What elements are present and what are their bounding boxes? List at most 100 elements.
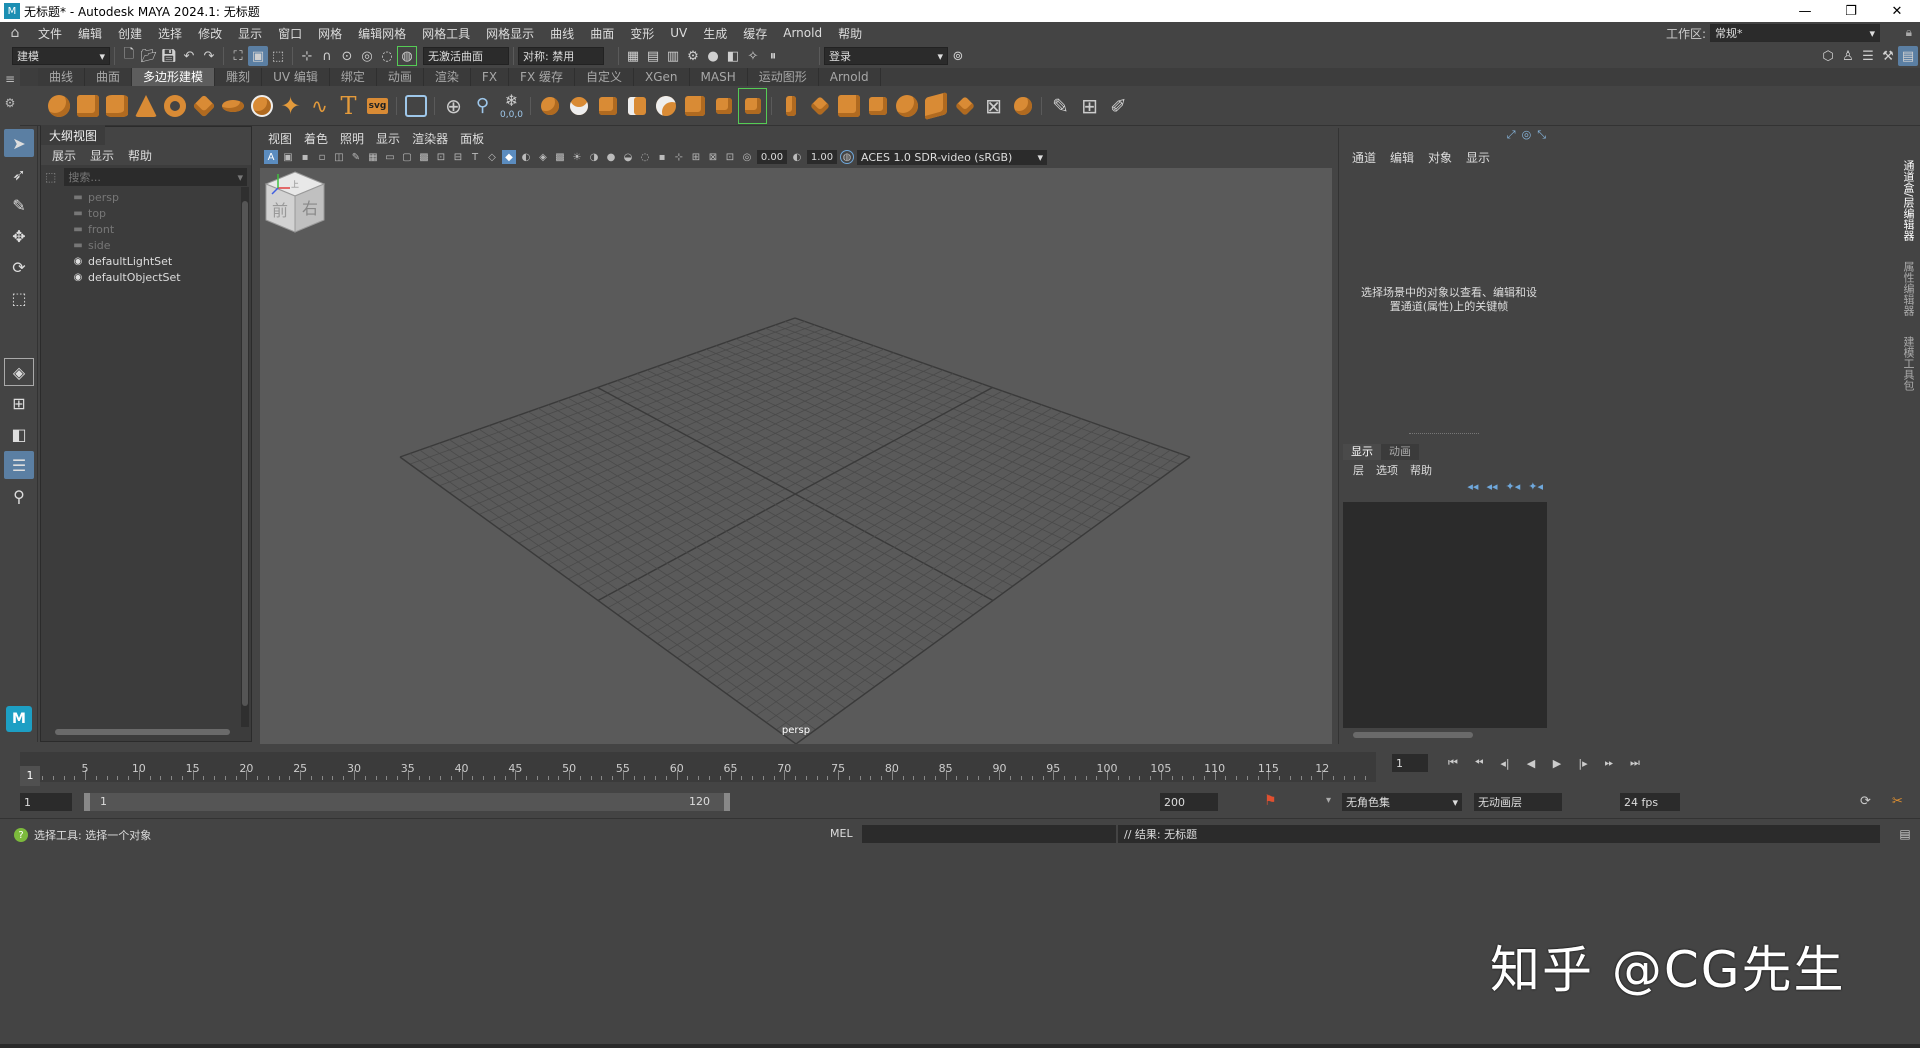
menu-mesh-tools[interactable]: 网格工具 [414, 25, 478, 42]
depth-of-field-icon[interactable]: ▪ [655, 150, 669, 164]
shadows-icon[interactable]: ◑ [587, 150, 601, 164]
edge-loop-icon[interactable]: ⊞ [1075, 88, 1104, 124]
color-management-icon[interactable]: ◍ [840, 150, 854, 164]
scroll-thumb[interactable] [242, 201, 248, 706]
list-item[interactable]: ◉ defaultLightSet [45, 253, 241, 269]
menu-help[interactable]: 帮助 [830, 25, 870, 42]
home-icon[interactable]: ⌂ [0, 25, 30, 41]
anim-prefs-icon[interactable]: ✂ [1892, 794, 1903, 809]
redo-icon[interactable]: ↷ [199, 46, 219, 66]
play-backwards-icon[interactable]: ◀ [1520, 754, 1542, 772]
step-back-key-icon[interactable]: ⏪︎ [1468, 754, 1490, 772]
workspace-dropdown[interactable]: 常规* ▾ [1710, 24, 1880, 42]
layer-menu-layers[interactable]: 层 [1347, 462, 1370, 478]
safe-action-icon[interactable]: ⊟ [451, 150, 465, 164]
tab-uv-editing[interactable]: UV 编辑 [262, 68, 330, 86]
make-live-icon[interactable]: ◍ [397, 46, 417, 66]
move-layer-up-icon[interactable]: ◂◂ [1467, 480, 1478, 498]
time-slider-track[interactable]: 1 5 10 15 20 25 30 35 40 45 50 55 60 65 70 75 80 85 90 95 1… [20, 752, 1376, 786]
tab-anim-layers[interactable]: 动画 [1381, 444, 1419, 460]
range-start-handle[interactable] [84, 793, 90, 811]
menu-generate[interactable]: 生成 [695, 25, 735, 42]
tab-channel-box-layer-editor[interactable]: 通道盒/层编辑器 [1900, 160, 1916, 241]
step-forward-frame-icon[interactable]: |▸ [1572, 754, 1594, 772]
move-layer-down-icon[interactable]: ◂◂ [1486, 480, 1497, 498]
snap-view-plane-icon[interactable]: ◌ [377, 46, 397, 66]
current-frame-marker[interactable]: 1 [20, 766, 40, 786]
camera-attributes-icon[interactable]: ▣ [281, 150, 295, 164]
layer-list[interactable] [1343, 502, 1547, 728]
new-layer-icon[interactable]: ✦◂ [1506, 480, 1521, 498]
render-setup-icon[interactable]: ◧ [723, 46, 743, 66]
step-back-frame-icon[interactable]: ◂| [1494, 754, 1516, 772]
panel-menu-panels[interactable]: 面板 [454, 130, 490, 147]
tab-fx[interactable]: FX [470, 68, 510, 86]
tab-rendering[interactable]: 渲染 [423, 68, 471, 86]
tab-mash[interactable]: MASH [689, 68, 748, 86]
channel-menu-show[interactable]: 显示 [1459, 149, 1497, 166]
snap-grid-icon[interactable]: ⊹ [297, 46, 317, 66]
select-objects-icon[interactable]: ▣ [248, 46, 268, 66]
svg-icon[interactable]: svg [363, 88, 392, 124]
panel-menu-shading[interactable]: 着色 [298, 130, 334, 147]
image-plane-icon[interactable]: ▫ [315, 150, 329, 164]
poke-icon[interactable] [921, 88, 950, 124]
poly-plane-icon[interactable] [189, 88, 218, 124]
tab-attribute-editor[interactable]: 属性编辑器 [1900, 261, 1916, 316]
menuset-dropdown[interactable]: 建模 ▾ [12, 47, 110, 65]
bevel-icon[interactable] [834, 88, 863, 124]
single-perspective-layout-icon[interactable]: ◈ [4, 358, 34, 386]
menu-mesh[interactable]: 网格 [310, 25, 350, 42]
tab-display-layers[interactable]: 显示 [1343, 444, 1381, 460]
mel-label[interactable]: MEL [830, 827, 853, 840]
panel-splitter[interactable] [1409, 433, 1479, 434]
poly-cube-icon[interactable] [73, 88, 102, 124]
boolean-union-icon[interactable] [651, 88, 680, 124]
exposure-field[interactable]: 0.00 [757, 150, 787, 164]
search-input[interactable]: 搜索... ▾ [64, 168, 247, 186]
four-view-layout-icon[interactable]: ⊞ [4, 389, 34, 417]
select-tool-icon[interactable]: ➤ [4, 129, 34, 157]
menu-file[interactable]: 文件 [30, 25, 70, 42]
channel-menu-object[interactable]: 对象 [1421, 149, 1459, 166]
list-item[interactable]: ▬ top [45, 205, 241, 221]
animation-start-field[interactable]: 1 [20, 793, 72, 811]
snap-point-icon[interactable]: ⊙ [337, 46, 357, 66]
attribute-editor-toggle-icon[interactable]: ☰ [1858, 46, 1878, 66]
panel-menu-view[interactable]: 视图 [262, 130, 298, 147]
axis-icon[interactable]: ⤢ [1507, 128, 1516, 144]
grease-pencil-icon[interactable]: ✎ [349, 150, 363, 164]
range-slider[interactable]: 1 120 [84, 793, 730, 811]
play-forwards-icon[interactable]: ▶ [1546, 754, 1568, 772]
chevron-down-icon[interactable]: ▾ [1326, 795, 1331, 806]
quad-draw-icon[interactable]: ✎ [1046, 88, 1075, 124]
persp-outliner-layout-icon[interactable]: ◧ [4, 420, 34, 448]
menu-modify[interactable]: 修改 [190, 25, 230, 42]
list-item[interactable]: ▬ persp [45, 189, 241, 205]
render-view-icon[interactable]: ▦ [623, 46, 643, 66]
menu-curves[interactable]: 曲线 [542, 25, 582, 42]
render-settings-icon[interactable]: ⚙ [683, 46, 703, 66]
search-icon[interactable]: ⚲ [4, 482, 34, 510]
tab-xgen[interactable]: XGen [634, 68, 690, 86]
bookmark-icon[interactable]: ▪ [298, 150, 312, 164]
lasso-tool-icon[interactable]: ➶ [4, 160, 34, 188]
multisample-aa-icon[interactable]: ◌ [638, 150, 652, 164]
target-weld-icon[interactable]: ✐ [1104, 88, 1133, 124]
layer-horizontal-scrollbar[interactable] [1343, 730, 1547, 740]
minimize-button[interactable]: — [1782, 0, 1828, 22]
menu-select[interactable]: 选择 [150, 25, 190, 42]
tab-modeling-toolkit[interactable]: 建模工具包 [1900, 336, 1916, 391]
channel-menu-edit[interactable]: 编辑 [1383, 149, 1421, 166]
light-editor-icon[interactable]: ✧ [743, 46, 763, 66]
go-to-end-icon[interactable]: ⏭ [1624, 754, 1646, 772]
boolean-difference-icon[interactable] [680, 88, 709, 124]
rotate-tool-icon[interactable]: ⟳ [4, 253, 34, 281]
select-camera-icon[interactable]: A [264, 150, 278, 164]
use-default-material-icon[interactable]: ◐ [519, 150, 533, 164]
snap-curve-icon[interactable]: ∩ [317, 46, 337, 66]
search-help-icon[interactable]: ⊚ [948, 46, 968, 66]
tab-curves[interactable]: 曲线 [38, 68, 86, 86]
menu-deform[interactable]: 变形 [622, 25, 662, 42]
motion-blur-icon[interactable]: ◒ [621, 150, 635, 164]
